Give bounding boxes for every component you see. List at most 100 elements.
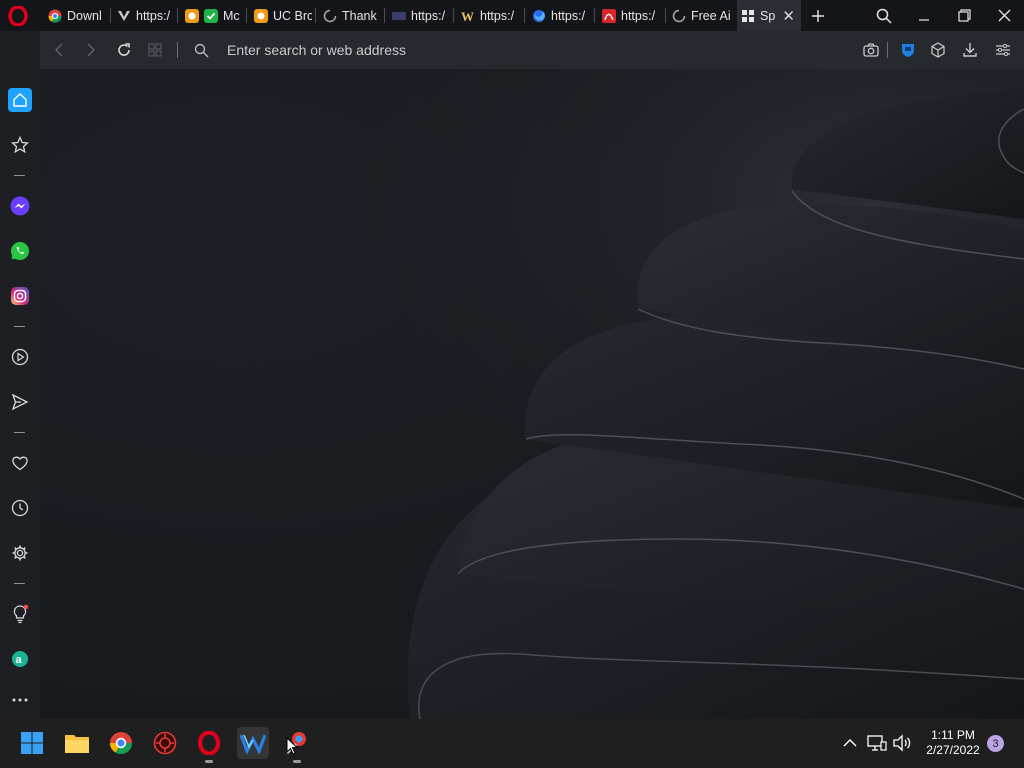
close-window-button[interactable] [984,0,1024,31]
notification-badge[interactable]: 3 [987,735,1004,752]
send-icon [11,393,29,411]
tab-search-button[interactable] [864,0,904,31]
extensions-button[interactable] [928,40,948,60]
network-icon [867,735,887,751]
tab-separator [246,8,247,23]
tab-site[interactable]: https:/ [388,0,450,31]
camera-icon [863,43,879,57]
sidebar-history[interactable] [8,496,32,520]
play-icon [11,348,29,366]
tab-w[interactable]: W https:/ [457,0,521,31]
address-search-icon [191,40,211,60]
restore-icon [957,9,971,22]
sidebar-divider [14,432,25,433]
tab-separator [453,8,454,23]
tab-free-ai[interactable]: Free Ai [668,0,734,31]
lightbulb-icon [13,604,29,624]
tab-firefox[interactable]: https:/ [528,0,592,31]
forward-button[interactable] [81,40,101,60]
windows-icon [21,732,43,754]
opera-icon [197,731,221,755]
downloads-button[interactable] [960,40,980,60]
sidebar-player[interactable] [8,345,32,369]
tab-separator [177,8,178,23]
speaker-icon [893,734,911,752]
sidebar-bookmarks[interactable] [8,133,32,157]
network-button[interactable] [866,732,888,754]
start-button[interactable] [16,727,48,759]
restore-button[interactable] [944,0,984,31]
toolbar-separator [177,42,178,58]
taskbar-file-explorer[interactable] [61,727,93,759]
tab-separator [524,8,525,23]
tab-speed-dial[interactable]: Sp ✕ [737,0,801,31]
chevron-up-icon [843,739,857,747]
svg-text:W: W [461,9,474,23]
download-icon [963,43,977,57]
address-input[interactable] [227,40,647,60]
tab-uc-browser[interactable]: UC Bro [250,0,312,31]
tab-adobe[interactable]: https:/ [598,0,662,31]
opera-menu-icon[interactable] [8,5,28,27]
adobe-icon [602,8,616,23]
sidebar-divider [14,583,25,584]
folder-icon [65,735,89,753]
sidebar-whatsapp[interactable] [8,239,32,263]
clock-icon [11,499,29,517]
instagram-icon [11,287,29,305]
sidebar-amazon[interactable]: a [8,647,32,671]
w-icon: W [461,9,475,23]
taskbar-opera[interactable] [193,727,225,763]
tab-thanks[interactable]: Thank [319,0,379,31]
site-icon [392,9,406,23]
taskbar: 1:11 PM 2/27/2022 3 [0,719,1024,768]
tab-title: Mc [223,8,240,23]
minimize-button[interactable] [904,0,944,31]
taskbar-app-w[interactable] [237,727,269,759]
new-tab-button[interactable] [798,0,838,31]
speed-dial-background [40,69,1024,719]
show-hidden-icons-button[interactable] [839,732,861,754]
vivaldi-icon [117,9,131,23]
vpn-button[interactable] [898,40,918,60]
heart-icon [12,456,28,471]
system-clock[interactable]: 1:11 PM 2/27/2022 [918,728,988,758]
snapshot-button[interactable] [861,40,881,60]
volume-button[interactable] [891,732,913,754]
sidebar-settings[interactable] [8,541,32,565]
plus-icon [812,9,824,22]
game-booster-icon [153,731,177,755]
sidebar-tips[interactable] [8,602,32,626]
speed-dial-icon [741,9,755,23]
sidebar-messenger[interactable] [8,194,32,218]
tab-uc-1[interactable]: Mc [181,0,243,31]
toolbar-separator [887,42,888,58]
sidebar-divider [14,326,25,327]
minimize-icon [919,18,929,21]
more-dots-icon [12,698,28,702]
tab-title: https:/ [480,8,515,23]
reload-button[interactable] [114,40,134,60]
back-button[interactable] [49,40,69,60]
check-icon [204,8,218,23]
tab-downloads[interactable]: Downl [44,0,110,31]
wallpaper-image [40,69,1024,719]
tab-vivaldi[interactable]: https:/ [113,0,175,31]
tab-title: https:/ [136,8,171,23]
cube-icon [931,42,945,58]
sidebar-pinboards[interactable] [8,451,32,475]
forward-arrow-icon [87,43,96,57]
mouse-cursor-icon [286,737,298,755]
chrome-icon [110,732,132,754]
easy-setup-button[interactable] [993,40,1013,60]
sidebar-instagram[interactable] [8,284,32,308]
sidebar-more[interactable] [8,688,32,712]
tab-title: https:/ [621,8,656,23]
taskbar-chrome[interactable] [105,727,137,759]
sidebar-flow[interactable] [8,390,32,414]
taskbar-game-app[interactable] [149,727,181,759]
tab-separator [665,8,666,23]
sidebar-home[interactable] [8,88,32,112]
speed-dial-button[interactable] [145,40,165,60]
wallet-icon [902,44,914,57]
